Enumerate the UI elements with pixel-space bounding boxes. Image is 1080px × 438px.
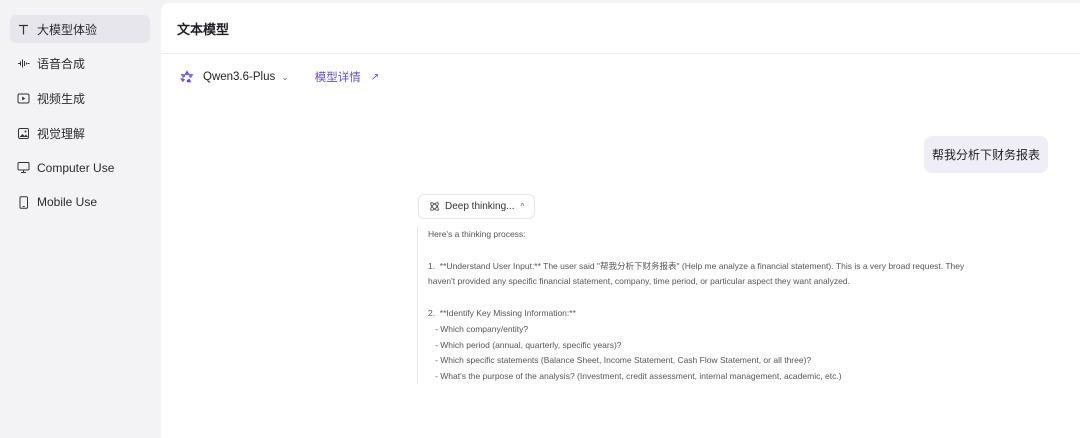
sidebar-item-label: 大模型体验 <box>37 22 98 37</box>
thinking-line: 1. **Understand User Input:** The user s… <box>428 260 965 271</box>
sidebar-item-visual-understanding[interactable]: 视觉理解 <box>10 119 150 147</box>
sidebar-item-speech-synthesis[interactable]: 语音合成 <box>10 50 150 78</box>
chevron-down-icon[interactable]: ⌄ <box>281 72 289 83</box>
external-link-icon: ↗ <box>370 71 380 83</box>
sidebar-item-label: 语音合成 <box>37 57 86 72</box>
chevron-up-icon: ^ <box>520 202 525 211</box>
sidebar-item-label: 视觉理解 <box>37 126 86 141</box>
thinking-line: - Which period (annual, quarterly, speci… <box>428 339 622 350</box>
thinking-spacer <box>428 290 1027 306</box>
qwen-logo-icon <box>180 70 194 83</box>
model-name[interactable]: Qwen3.6-Plus <box>203 71 275 83</box>
sidebar-item-video-generation[interactable]: 视频生成 <box>10 84 150 112</box>
thinking-line: - What's the purpose of the analysis? (I… <box>428 371 842 382</box>
thinking-line: haven't provided any specific financial … <box>428 276 850 287</box>
sidebar-item-label: Mobile Use <box>37 195 98 210</box>
deep-thinking-label: Deep thinking... <box>445 201 515 212</box>
sidebar-item-label: 视频生成 <box>37 91 86 106</box>
thinking-line: 2. **Identify Key Missing Information:** <box>428 307 576 318</box>
sidebar-item-llm-experience[interactable]: 大模型体验 <box>10 15 150 43</box>
sidebar-item-mobile-use[interactable]: Mobile Use <box>10 188 150 216</box>
model-selector-row: Qwen3.6-Plus ⌄ 模型详情 ↗ <box>179 69 379 85</box>
main-panel: 文本模型 Qwen3.6-Plus ⌄ 模型详情 ↗ 帮我分析下财务报表 Dee… <box>161 3 1080 438</box>
thinking-line: - Which company/entity? <box>428 323 529 334</box>
waveform-icon <box>17 57 30 70</box>
image-icon <box>17 127 30 140</box>
video-play-icon <box>17 92 30 105</box>
page-header: 文本模型 <box>161 3 1080 54</box>
monitor-icon <box>17 161 30 174</box>
page-title: 文本模型 <box>177 21 230 37</box>
thinking-process-content: Here's a thinking process: 1. **Understa… <box>417 227 1027 384</box>
sidebar-item-label: Computer Use <box>37 160 115 175</box>
sidebar-item-computer-use[interactable]: Computer Use <box>10 154 150 182</box>
thinking-spacer <box>428 243 1027 259</box>
model-details-link[interactable]: 模型详情 ↗ <box>315 69 379 85</box>
thinking-atom-icon <box>430 202 439 211</box>
sidebar: 大模型体验 语音合成 视频生成 视觉理解 Computer Use Mobile… <box>0 0 160 438</box>
deep-thinking-toggle[interactable]: Deep thinking... ^ <box>418 194 535 219</box>
thinking-line: - Which specific statements (Balance She… <box>428 355 812 366</box>
mobile-icon <box>17 196 30 209</box>
user-message-text: 帮我分析下财务报表 <box>931 148 1040 162</box>
model-details-label: 模型详情 <box>314 72 361 84</box>
user-message-bubble: 帮我分析下财务报表 <box>924 136 1048 173</box>
text-T-icon <box>17 23 30 36</box>
thinking-line: Here's a thinking process: <box>428 229 526 239</box>
